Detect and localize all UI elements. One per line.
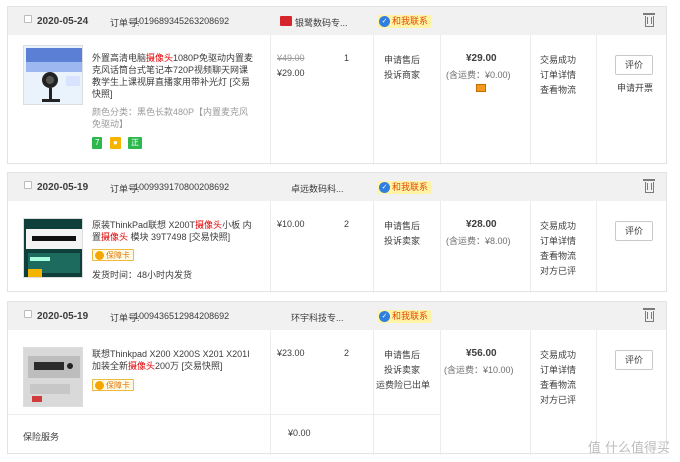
trash-icon[interactable] (643, 179, 655, 193)
guarantee-label: 保障卡 (106, 381, 130, 390)
total-price: ¥29.00 (466, 53, 497, 64)
guarantee-icon (95, 251, 104, 260)
contact-seller-button[interactable]: ✓ 和我联系 (378, 181, 432, 194)
view-logistics-link[interactable]: 查看物流 (540, 378, 576, 391)
total-price: ¥28.00 (466, 219, 497, 230)
contact-label: 和我联系 (392, 16, 429, 26)
complain-link[interactable]: 投诉商家 (384, 68, 420, 81)
order-date: 2020-05-24 (37, 16, 89, 27)
payment-icon (476, 84, 486, 92)
order-checkbox[interactable] (24, 181, 32, 189)
contact-seller-button[interactable]: ✓ 和我联系 (378, 310, 432, 323)
order-details-link[interactable]: 订单详情 (540, 363, 576, 376)
guarantee-card-badge: 保障卡 (92, 379, 134, 391)
title-part: 200万 [交易快照] (155, 361, 223, 371)
order-no: 1019689345263208692 (134, 16, 230, 26)
order-checkbox[interactable] (24, 15, 32, 23)
product-title[interactable]: 原装ThinkPad联想 X200T摄像头小板 内置摄像头 模块 39T7498… (92, 219, 256, 243)
insurance-price: ¥0.00 (288, 428, 311, 438)
shop-name[interactable]: 银鹭数码专... (295, 16, 348, 29)
invoice-link[interactable]: 申请开票 (617, 81, 653, 94)
title-part: 原装ThinkPad联想 X200T (92, 220, 196, 230)
order-date: 2020-05-19 (37, 311, 89, 322)
complain-link[interactable]: 投诉卖家 (384, 234, 420, 247)
chat-icon: ✓ (379, 182, 390, 193)
title-part: 模块 39T7498 [交易快照] (128, 232, 231, 242)
after-sale-link[interactable]: 申请售后 (384, 348, 420, 361)
unit-price: ¥23.00 (277, 348, 305, 358)
product-title[interactable]: 联想Thinkpad X200 X200S X201 X201I加装全新摄像头2… (92, 348, 256, 372)
after-sale-link[interactable]: 申请售后 (384, 219, 420, 232)
order-card: 2020-05-19 订单号: 1009436512984208692 环宇科技… (7, 301, 667, 455)
product-thumbnail[interactable] (23, 218, 83, 278)
quantity: 2 (344, 219, 350, 229)
total-price: ¥56.00 (466, 348, 497, 359)
watermark: 值 什么值得买 (587, 441, 670, 456)
order-header: 2020-05-19 订单号: 1009939170800208692 卓远数码… (8, 173, 666, 201)
view-logistics-link[interactable]: 查看物流 (540, 83, 576, 96)
review-button[interactable]: 评价 (615, 350, 653, 370)
insurance-service-label: 保险服务 (23, 432, 60, 442)
order-no: 1009939170800208692 (134, 182, 230, 192)
shop-name[interactable]: 卓远数码科... (291, 182, 344, 195)
title-keyword: 摄像头 (128, 361, 156, 371)
chat-icon: ✓ (379, 311, 390, 322)
shipping-fee: (含运费：¥0.00) (446, 70, 511, 80)
product-sku: 颜色分类：黑色长款480P【内置麦克风免驱动】 (92, 107, 249, 129)
order-card: 2020-05-24 订单号: 1019689345263208692 银鹭数码… (7, 6, 667, 165)
unit-price: ¥29.00 (277, 68, 305, 78)
badge-guarantee: ● (110, 137, 121, 149)
status-success: 交易成功 (540, 55, 577, 65)
guarantee-label: 保障卡 (106, 251, 130, 260)
contact-label: 和我联系 (392, 182, 429, 192)
product-title[interactable]: 外置高清电脑摄像头1080P免驱动内置麦克风话筒台式笔记本720P视频聊天网课教… (92, 52, 256, 100)
shipping-insurance-status[interactable]: 运费险已出单 (376, 378, 430, 391)
view-logistics-link[interactable]: 查看物流 (540, 249, 576, 262)
reviewed-status: 对方已评 (540, 266, 577, 276)
title-keyword: 摄像头 (146, 53, 174, 63)
title-keyword: 摄像头 (195, 220, 223, 230)
trash-icon[interactable] (643, 13, 655, 27)
complain-link[interactable]: 投诉卖家 (384, 363, 420, 376)
shipping-fee: (含运费：¥10.00) (444, 365, 514, 375)
order-date: 2020-05-19 (37, 182, 89, 193)
product-thumbnail[interactable] (23, 347, 83, 407)
shop-name[interactable]: 环宇科技专... (291, 311, 344, 324)
order-details-link[interactable]: 订单详情 (540, 234, 576, 247)
reviewed-status: 对方已评 (540, 395, 577, 405)
shipping-fee: (含运费：¥8.00) (446, 236, 511, 246)
badge-genuine: 正 (128, 137, 142, 149)
after-sale-link[interactable]: 申请售后 (384, 53, 420, 66)
order-header: 2020-05-19 订单号: 1009436512984208692 环宇科技… (8, 302, 666, 330)
shop-icon (280, 16, 292, 26)
review-button[interactable]: 评价 (615, 55, 653, 75)
guarantee-card-badge: 保障卡 (92, 249, 134, 261)
review-button[interactable]: 评价 (615, 221, 653, 241)
product-thumbnail[interactable] (23, 45, 83, 105)
guarantee-icon (95, 381, 104, 390)
original-price: ¥49.00 (277, 53, 305, 63)
order-no: 1009436512984208692 (134, 311, 230, 321)
quantity: 1 (344, 53, 350, 63)
chat-icon: ✓ (379, 16, 390, 27)
unit-price: ¥10.00 (277, 219, 305, 229)
title-keyword: 摄像头 (101, 232, 129, 242)
ship-time: 发货时间：48小时内发货 (92, 270, 193, 280)
badge-7day: 7 (92, 137, 103, 149)
order-card: 2020-05-19 订单号: 1009939170800208692 卓远数码… (7, 172, 667, 293)
status-success: 交易成功 (540, 221, 577, 231)
status-success: 交易成功 (540, 350, 577, 360)
order-details-link[interactable]: 订单详情 (540, 68, 576, 81)
quantity: 2 (344, 348, 350, 358)
contact-seller-button[interactable]: ✓ 和我联系 (378, 15, 432, 28)
order-checkbox[interactable] (24, 310, 32, 318)
trash-icon[interactable] (643, 308, 655, 322)
title-part: 外置高清电脑 (92, 53, 147, 63)
contact-label: 和我联系 (392, 311, 429, 321)
order-header: 2020-05-24 订单号: 1019689345263208692 银鹭数码… (8, 7, 666, 35)
